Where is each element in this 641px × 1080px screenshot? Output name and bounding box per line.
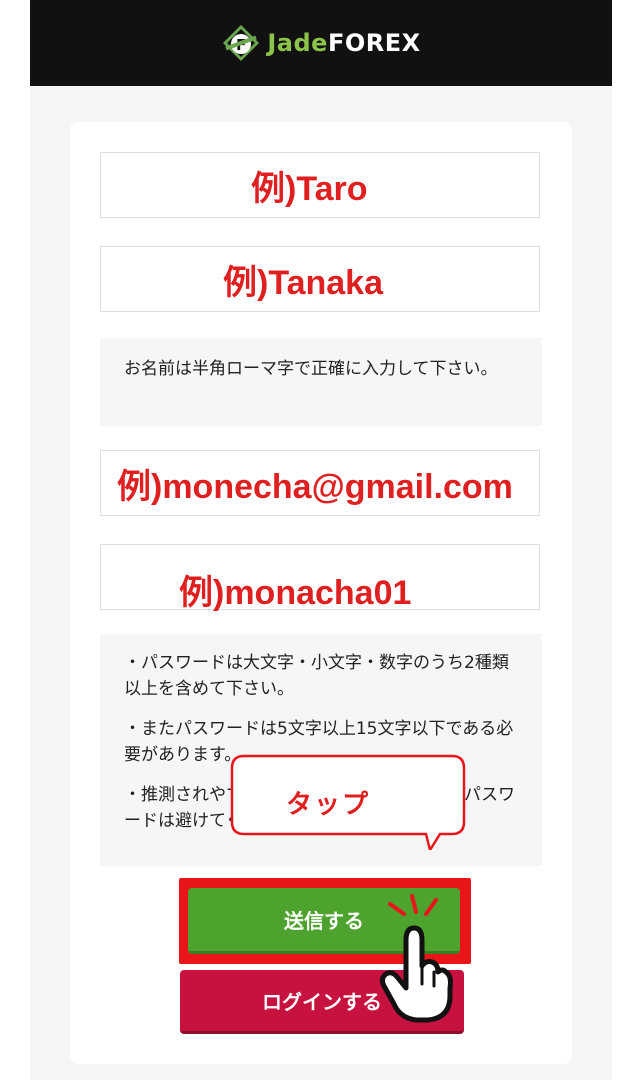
password-note-1: ・パスワードは大文字・小文字・数字のうち2種類以上を含めて下さい。 [124, 653, 509, 699]
name-note: お名前は半角ローマ字で正確に入力して下さい。 [100, 338, 542, 426]
name-note-text: お名前は半角ローマ字で正確に入力して下さい。 [124, 359, 498, 379]
last-name-example: 例)Tanaka [223, 263, 383, 302]
logo-text-forex: FOREX [327, 29, 421, 57]
pointing-hand-icon [379, 925, 453, 1023]
password-example: 例)monacha01 [179, 573, 412, 612]
first-name-field[interactable]: 例)Taro [100, 152, 540, 218]
site-header: F JadeFOREX [30, 0, 612, 86]
first-name-example: 例)Taro [251, 169, 368, 208]
last-name-field[interactable]: 例)Tanaka [100, 246, 540, 312]
jadeforex-logo-icon: F [223, 25, 260, 61]
logo-text-jade: Jade [267, 29, 328, 57]
submit-button-label: 送信する [284, 909, 364, 933]
jadeforex-logo[interactable]: F JadeFOREX [221, 23, 420, 63]
tap-label: タップ [285, 790, 370, 820]
email-field[interactable]: 例)monecha@gmail.com [100, 450, 540, 516]
password-field[interactable]: 例)monacha01 [100, 544, 540, 612]
login-button-label: ログインする [262, 990, 382, 1014]
email-example: 例)monecha@gmail.com [117, 467, 513, 506]
